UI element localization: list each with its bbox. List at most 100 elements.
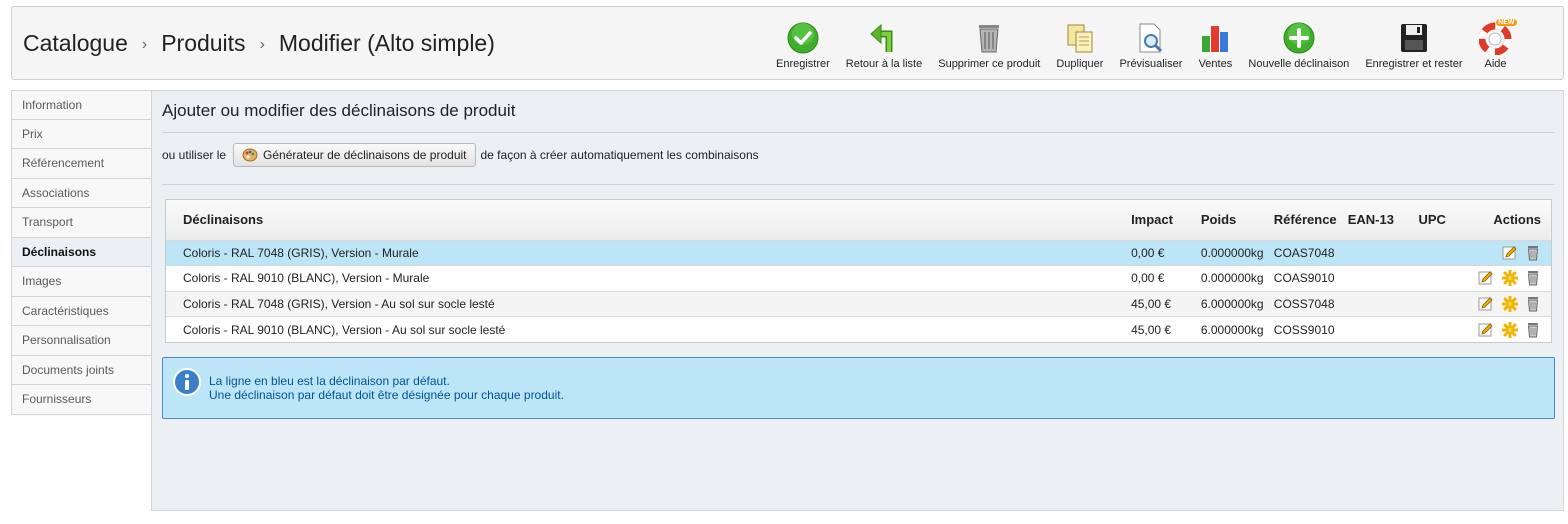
breadcrumb-separator: › — [259, 35, 265, 53]
table-header-row: Déclinaisons Impact Poids Référence EAN-… — [166, 200, 1551, 240]
cell-reference: COSS7048 — [1273, 296, 1335, 311]
set-default-star-icon[interactable] — [1501, 270, 1518, 287]
delete-product-button[interactable]: Supprimer ce produit — [930, 21, 1048, 70]
generator-button-label: Générateur de déclinaisons de produit — [263, 148, 467, 162]
preview-button[interactable]: Prévisualiser — [1111, 21, 1190, 70]
cell-actions — [1470, 266, 1551, 292]
cell-combination: Coloris - RAL 7048 (GRIS), Version - Au … — [183, 296, 495, 311]
cell-reference: COAS7048 — [1273, 245, 1335, 260]
header-upc: UPC — [1418, 212, 1446, 228]
edit-pencil-icon[interactable] — [1478, 270, 1494, 286]
set-default-star-icon[interactable] — [1501, 321, 1518, 338]
edit-pencil-icon[interactable] — [1502, 245, 1518, 261]
cell-impact: 45,00 € — [1131, 322, 1172, 337]
delete-trash-icon[interactable] — [1525, 322, 1541, 338]
trash-icon — [972, 21, 1006, 55]
cell-actions — [1470, 291, 1551, 317]
palette-icon — [242, 148, 258, 162]
cell-reference: COAS9010 — [1273, 271, 1335, 286]
breadcrumb-catalogue[interactable]: Catalogue — [23, 30, 128, 57]
sidebar-item-images[interactable]: Images — [11, 267, 152, 297]
section-title: Ajouter ou modifier des déclinaisons de … — [162, 101, 516, 120]
back-label: Retour à la liste — [845, 58, 923, 70]
header-reference: Référence — [1273, 212, 1337, 228]
save-button[interactable]: Enregistrer — [768, 21, 838, 70]
save-and-stay-label: Enregistrer et rester — [1365, 58, 1463, 70]
info-message: La ligne en bleu est la déclinaison par … — [162, 357, 1555, 419]
check-circle-icon — [786, 21, 820, 55]
table-row[interactable]: Coloris - RAL 9010 (BLANC), Version - Au… — [166, 316, 1551, 343]
save-and-stay-button[interactable]: Enregistrer et rester — [1357, 21, 1470, 70]
cell-weight: 0.000000kg — [1200, 245, 1264, 260]
back-arrow-icon — [867, 21, 901, 55]
cell-upc — [1414, 240, 1470, 266]
edit-pencil-icon[interactable] — [1478, 322, 1494, 338]
floppy-disk-icon — [1397, 21, 1431, 55]
help-button[interactable]: NEW Aide — [1471, 19, 1521, 70]
edit-pencil-icon[interactable] — [1478, 296, 1494, 312]
cell-combination: Coloris - RAL 9010 (BLANC), Version - Mu… — [183, 271, 430, 286]
cell-impact: 0,00 € — [1131, 245, 1165, 260]
cell-ean13 — [1344, 266, 1415, 292]
delete-label: Supprimer ce produit — [938, 58, 1041, 70]
generator-row: ou utiliser le Générateur de déclinaison… — [162, 143, 759, 167]
sales-label: Ventes — [1198, 58, 1233, 70]
page-title: Modifier (Alto simple) — [278, 30, 495, 56]
bar-chart-icon — [1198, 21, 1232, 55]
back-to-list-button[interactable]: Retour à la liste — [838, 21, 930, 70]
generator-prefix: ou utiliser le — [162, 148, 227, 162]
sidebar-item-attachments[interactable]: Documents joints — [11, 355, 152, 385]
cell-weight: 0.000000kg — [1200, 271, 1264, 286]
table-row[interactable]: Coloris - RAL 9010 (BLANC), Version - Mu… — [166, 265, 1551, 292]
sidebar-item-information[interactable]: Information — [11, 90, 152, 120]
cell-combination: Coloris - RAL 7048 (GRIS), Version - Mur… — [183, 245, 419, 260]
info-line-1: La ligne en bleu est la déclinaison par … — [209, 374, 450, 388]
cell-upc — [1414, 266, 1470, 292]
breadcrumb-products[interactable]: Produits — [161, 30, 245, 57]
duplicate-button[interactable]: Dupliquer — [1048, 21, 1111, 70]
table-row[interactable]: Coloris - RAL 7048 (GRIS), Version - Au … — [166, 291, 1551, 317]
delete-trash-icon[interactable] — [1525, 245, 1541, 261]
sidebar-item-suppliers[interactable]: Fournisseurs — [11, 385, 152, 415]
info-icon — [173, 368, 201, 401]
combinations-table: Déclinaisons Impact Poids Référence EAN-… — [165, 199, 1552, 343]
set-default-star-icon[interactable] — [1501, 295, 1518, 312]
generator-suffix: de façon à créer automatiquement les com… — [480, 148, 759, 162]
cell-upc — [1414, 291, 1470, 317]
sidebar-item-combinations[interactable]: Déclinaisons — [11, 237, 152, 267]
cell-ean13 — [1344, 317, 1415, 343]
cell-ean13 — [1344, 240, 1415, 266]
preview-label: Prévisualiser — [1119, 58, 1183, 70]
sidebar-item-features[interactable]: Caractéristiques — [11, 296, 152, 326]
info-text: La ligne en bleu est la déclinaison par … — [209, 374, 564, 402]
cell-weight: 6.000000kg — [1200, 322, 1264, 337]
cell-actions — [1470, 240, 1551, 266]
duplicate-icon — [1063, 21, 1097, 55]
cell-impact: 0,00 € — [1131, 271, 1165, 286]
cell-combination: Coloris - RAL 9010 (BLANC), Version - Au… — [183, 322, 506, 337]
sales-button[interactable]: Ventes — [1190, 21, 1240, 70]
cell-actions — [1470, 317, 1551, 343]
cell-ean13 — [1344, 291, 1415, 317]
add-circle-icon — [1282, 21, 1316, 55]
table-row[interactable]: Coloris - RAL 7048 (GRIS), Version - Mur… — [166, 240, 1551, 266]
save-label: Enregistrer — [776, 58, 830, 70]
sidebar-item-price[interactable]: Prix — [11, 119, 152, 149]
sidebar-item-associations[interactable]: Associations — [11, 178, 152, 208]
breadcrumb-separator: › — [141, 35, 148, 53]
delete-trash-icon[interactable] — [1525, 270, 1541, 286]
duplicate-label: Dupliquer — [1056, 58, 1104, 70]
cell-impact: 45,00 € — [1131, 296, 1172, 311]
new-combination-button[interactable]: Nouvelle déclinaison — [1240, 21, 1357, 70]
preview-icon — [1134, 21, 1168, 55]
sidebar-item-shipping[interactable]: Transport — [11, 208, 152, 238]
delete-trash-icon[interactable] — [1525, 296, 1541, 312]
combinations-panel: Ajouter ou modifier des déclinaisons de … — [151, 90, 1564, 511]
cell-upc — [1414, 317, 1470, 343]
combination-generator-button[interactable]: Générateur de déclinaisons de produit — [233, 143, 476, 167]
header-actions: Actions — [1493, 212, 1541, 228]
sidebar-item-seo[interactable]: Référencement — [11, 149, 152, 179]
divider — [162, 184, 1555, 185]
breadcrumb: Catalogue › Produits › Modifier (Alto si… — [23, 30, 495, 57]
sidebar-item-customization[interactable]: Personnalisation — [11, 326, 152, 356]
